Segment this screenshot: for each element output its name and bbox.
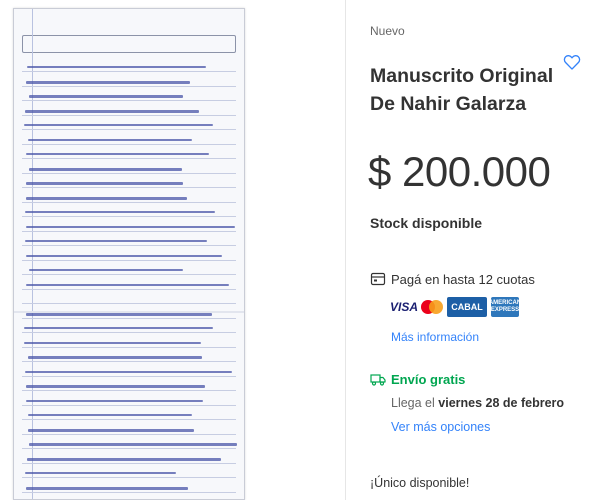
ruled-line [22, 288, 236, 290]
ruled-line [22, 419, 236, 420]
condition-label: Nuevo [370, 24, 405, 38]
ruled-line [22, 404, 236, 406]
ruled-line [22, 114, 236, 116]
ruled-line [22, 129, 236, 130]
ruled-line [22, 317, 236, 319]
ruled-line [22, 274, 236, 275]
handwriting-line [26, 254, 222, 257]
arrival-prefix: Llega el [391, 396, 435, 410]
payment-methods: VISA CABAL AMERICAN EXPRESS [390, 296, 521, 318]
installments-text: Pagá en hasta 12 cuotas [391, 272, 535, 287]
mastercard-logo [421, 296, 443, 318]
ruled-line [22, 390, 236, 391]
unique-available-text: ¡Único disponible! [370, 476, 470, 490]
truck-icon [370, 374, 386, 386]
handwriting-line [25, 240, 207, 242]
ruled-line [22, 491, 236, 493]
handwriting-line [25, 370, 232, 373]
handwriting-line [26, 486, 188, 490]
cabal-logo: CABAL [447, 297, 487, 317]
handwriting-line [27, 66, 206, 68]
handwriting-line [26, 196, 187, 200]
handwriting-line [26, 283, 229, 286]
handwriting-line [29, 95, 183, 98]
ruled-line [22, 259, 236, 261]
ruled-line [22, 187, 236, 188]
ruled-line [22, 332, 236, 333]
handwriting-line [26, 312, 212, 316]
handwriting-line [28, 356, 202, 359]
ruled-line [22, 448, 236, 449]
purchase-panel: Nuevo Manuscrito Original De Nahir Galar… [346, 0, 600, 500]
ruled-line [22, 143, 236, 145]
ruled-line [22, 201, 236, 203]
handwriting-line [26, 385, 205, 388]
ruled-line [22, 216, 236, 217]
free-shipping-text: Envío gratis [391, 372, 466, 387]
ruled-line [22, 85, 236, 87]
handwriting-line [29, 167, 182, 171]
manuscript-header-box [22, 35, 236, 53]
ruled-line [22, 433, 236, 435]
ruled-line [22, 230, 236, 232]
product-image-gallery[interactable] [0, 0, 345, 500]
handwriting-line [25, 211, 215, 213]
handwriting-line [25, 472, 176, 474]
ruled-line [22, 71, 236, 72]
ruled-line [22, 245, 236, 246]
more-shipping-options-link[interactable]: Ver más opciones [391, 420, 490, 434]
visa-logo: VISA [390, 300, 419, 314]
ruled-line [22, 361, 236, 362]
handwriting-line [28, 428, 194, 432]
handwriting-line [24, 124, 213, 126]
stock-status: Stock disponible [370, 215, 483, 231]
ruled-line [22, 158, 236, 159]
handwriting-line [26, 182, 183, 185]
handwriting-line [24, 341, 201, 344]
handwriting-line [24, 327, 213, 329]
ruled-line [22, 477, 236, 478]
handwriting-line [26, 80, 190, 84]
ruled-line [22, 303, 236, 304]
product-title: Manuscrito Original De Nahir Galarza [370, 65, 554, 115]
handwriting-line [28, 138, 192, 141]
ruled-line [22, 462, 236, 464]
product-price: $ 200.000 [368, 148, 551, 195]
handwriting-line [26, 399, 203, 402]
manuscript-image[interactable] [13, 8, 245, 500]
arrival-date: viernes 28 de febrero [438, 396, 565, 410]
handwriting-line [29, 443, 237, 446]
ruled-line [22, 100, 236, 101]
ruled-line [22, 172, 236, 174]
heart-outline-icon[interactable] [562, 52, 582, 72]
arrival-info: Llega el viernes 28 de febrero [391, 396, 564, 410]
handwriting-line [27, 457, 221, 461]
ruled-line [22, 346, 236, 348]
handwriting-line [26, 225, 235, 228]
handwriting-line [25, 109, 199, 113]
card-icon [370, 272, 386, 286]
handwriting-line [28, 414, 192, 416]
handwriting-line [26, 153, 209, 155]
ruled-line [22, 375, 236, 377]
more-info-link[interactable]: Más información [391, 330, 479, 344]
amex-logo: AMERICAN EXPRESS [489, 297, 521, 317]
handwriting-line [29, 269, 183, 271]
